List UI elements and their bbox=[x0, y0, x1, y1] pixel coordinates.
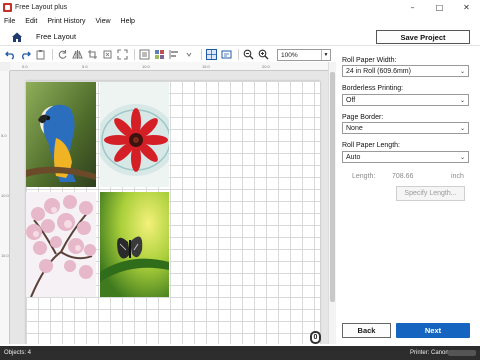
roll-length-select[interactable]: Auto ⌄ bbox=[342, 151, 469, 163]
ruler-tick-label: 5.0 bbox=[82, 64, 88, 69]
fit-icon[interactable] bbox=[101, 48, 113, 60]
page-border-label: Page Border: bbox=[342, 114, 384, 121]
ruler-tick-label: 10.0 bbox=[142, 64, 150, 69]
chevron-down-icon[interactable] bbox=[183, 48, 195, 60]
minimize-icon[interactable]: – bbox=[399, 0, 426, 15]
specify-length-button[interactable]: Specify Length... bbox=[396, 186, 465, 201]
back-button[interactable]: Back bbox=[342, 323, 391, 338]
app-logo-icon bbox=[3, 3, 12, 12]
printer-name: Printer: Canon bbox=[410, 350, 449, 356]
borderless-select[interactable]: Off ⌄ bbox=[342, 94, 469, 106]
zoom-out-icon[interactable] bbox=[242, 48, 254, 60]
chevron-down-icon: ▼ bbox=[321, 50, 330, 60]
chevron-down-icon: ⌄ bbox=[459, 126, 465, 132]
next-button[interactable]: Next bbox=[396, 323, 470, 338]
menu-help[interactable]: Help bbox=[121, 18, 135, 25]
scrollbar-thumb[interactable] bbox=[330, 72, 335, 302]
rotate-icon[interactable] bbox=[56, 48, 68, 60]
chevron-down-icon: ⌄ bbox=[459, 69, 465, 75]
roll-length-value: Auto bbox=[346, 153, 361, 161]
toolbar-divider bbox=[52, 48, 53, 60]
fit-page-icon[interactable] bbox=[138, 48, 150, 60]
zoom-select[interactable]: 100% ▼ bbox=[277, 49, 331, 61]
ruler-tick-label: 0.0 bbox=[22, 64, 28, 69]
home-icon[interactable] bbox=[11, 31, 23, 43]
crop-icon[interactable] bbox=[86, 48, 98, 60]
borderless-label: Borderless Printing: bbox=[342, 85, 404, 92]
roll-width-label: Roll Paper Width: bbox=[342, 57, 397, 64]
arrange-icon[interactable] bbox=[153, 48, 165, 60]
printer-model-redacted bbox=[448, 350, 476, 356]
ruler-tick-label: 20.0 bbox=[262, 64, 270, 69]
page-border-value: None bbox=[346, 124, 363, 132]
ruler-corner bbox=[0, 62, 10, 71]
page-border-select[interactable]: None ⌄ bbox=[342, 122, 469, 134]
length-unit: inch bbox=[451, 173, 464, 180]
expand-icon[interactable] bbox=[116, 48, 128, 60]
grid-toggle-icon[interactable] bbox=[205, 48, 217, 60]
roll-length-label: Roll Paper Length: bbox=[342, 142, 400, 149]
paste-icon[interactable] bbox=[34, 48, 46, 60]
roll-width-value: 24 in Roll (609.6mm) bbox=[346, 67, 411, 75]
menu-bar: File Edit Print History View Help bbox=[0, 15, 480, 28]
undo-icon[interactable] bbox=[4, 48, 16, 60]
length-value: 708.66 bbox=[392, 173, 414, 180]
flip-icon[interactable] bbox=[71, 48, 83, 60]
print-preview-icon[interactable] bbox=[220, 48, 232, 60]
page-number-indicator: 0 bbox=[310, 331, 321, 344]
horizontal-ruler: 0.0 5.0 10.0 15.0 20.0 bbox=[10, 62, 328, 71]
photo-cherry-blossom[interactable] bbox=[26, 192, 96, 297]
photo-gerbera[interactable] bbox=[100, 82, 169, 187]
window-controls: – □ ✕ bbox=[399, 0, 480, 15]
redo-icon[interactable] bbox=[19, 48, 31, 60]
object-count: Objects: 4 bbox=[4, 350, 32, 356]
toolbar-divider bbox=[201, 48, 202, 60]
maximize-icon[interactable]: □ bbox=[426, 0, 453, 15]
zoom-in-icon[interactable] bbox=[257, 48, 269, 60]
photo-parrot[interactable] bbox=[26, 82, 96, 187]
menu-edit[interactable]: Edit bbox=[25, 18, 37, 25]
vertical-ruler: 5.0 10.0 15.0 bbox=[0, 71, 10, 344]
vertical-scrollbar[interactable] bbox=[328, 62, 336, 344]
layout-workspace[interactable] bbox=[10, 71, 328, 344]
title-bar: Free Layout plus – □ ✕ bbox=[0, 0, 480, 15]
ruler-tick-label: 10.0 bbox=[1, 193, 9, 198]
zoom-value: 100% bbox=[281, 51, 298, 59]
ruler-tick-label: 5.0 bbox=[1, 133, 7, 138]
window-title: Free Layout plus bbox=[15, 4, 68, 11]
menu-file[interactable]: File bbox=[4, 18, 15, 25]
ruler-tick-label: 15.0 bbox=[202, 64, 210, 69]
photo-butterfly[interactable] bbox=[100, 192, 169, 297]
status-bar: Objects: 4 Printer: Canon bbox=[0, 346, 480, 360]
ruler-tick-label: 15.0 bbox=[1, 253, 9, 258]
save-project-button[interactable]: Save Project bbox=[376, 30, 470, 44]
close-icon[interactable]: ✕ bbox=[453, 0, 480, 15]
borderless-value: Off bbox=[346, 96, 356, 104]
paper-canvas[interactable] bbox=[26, 81, 320, 344]
layout-mode-label: Free Layout bbox=[36, 32, 77, 41]
toolbar-divider bbox=[134, 48, 135, 60]
align-icon[interactable] bbox=[168, 48, 180, 60]
roll-width-select[interactable]: 24 in Roll (609.6mm) ⌄ bbox=[342, 65, 469, 77]
chevron-down-icon: ⌄ bbox=[459, 98, 465, 104]
menu-view[interactable]: View bbox=[95, 18, 110, 25]
toolbar-divider bbox=[238, 48, 239, 60]
chevron-down-icon: ⌄ bbox=[459, 155, 465, 161]
menu-print-history[interactable]: Print History bbox=[47, 18, 85, 25]
